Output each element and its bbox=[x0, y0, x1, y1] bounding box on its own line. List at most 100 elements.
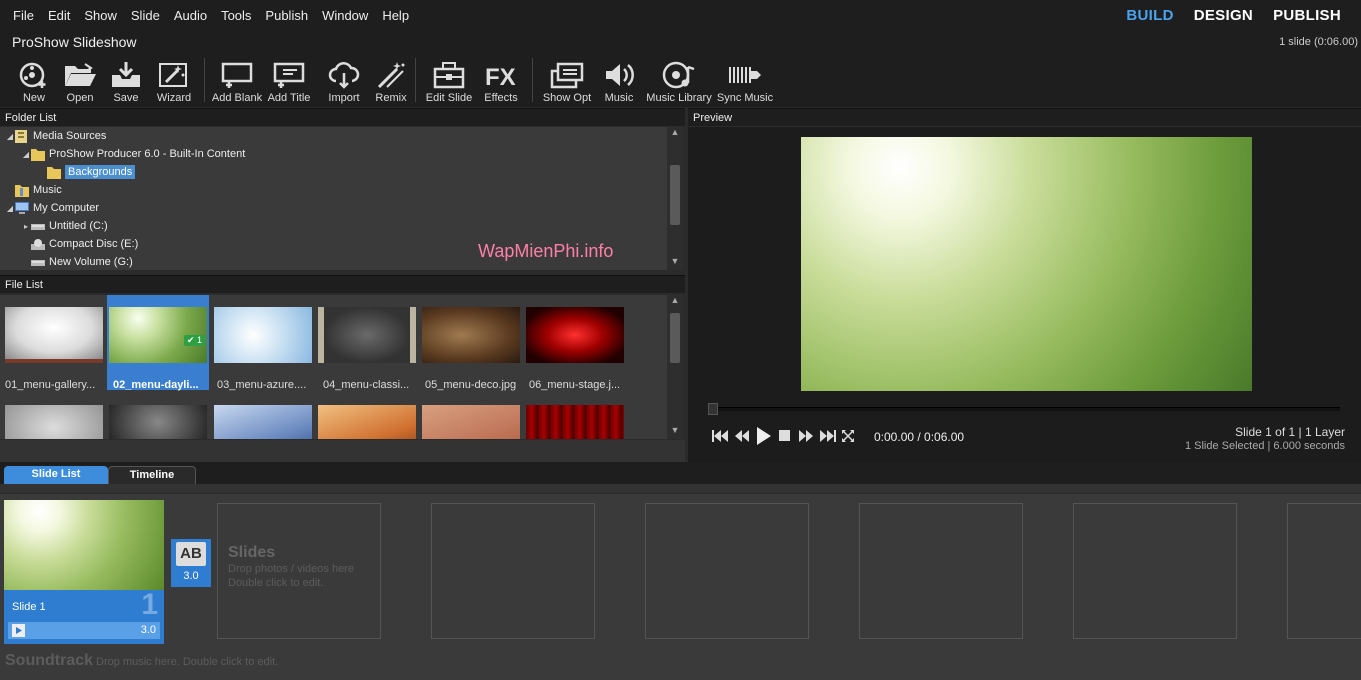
tree-item-my-computer[interactable]: ◢ My Computer bbox=[5, 199, 99, 217]
tree-item-media-sources[interactable]: ◢ Media Sources bbox=[5, 127, 106, 145]
empty-slide-slot[interactable] bbox=[431, 503, 595, 639]
music-library-button[interactable]: Music Library bbox=[643, 54, 715, 107]
mode-publish[interactable]: PUBLISH bbox=[1273, 7, 1341, 24]
file-thumb-05[interactable]: 05_menu-deco.jpg bbox=[422, 307, 522, 391]
tree-item-built-in-content[interactable]: ◢ ProShow Producer 6.0 - Built-In Conten… bbox=[21, 145, 245, 163]
menu-window[interactable]: Window bbox=[315, 8, 375, 23]
file-thumb-07[interactable] bbox=[5, 405, 105, 439]
open-button[interactable]: Open bbox=[58, 54, 102, 107]
slide-duration[interactable]: 3.0 bbox=[86, 622, 160, 639]
fullscreen-icon[interactable] bbox=[842, 430, 854, 442]
sync-music-button[interactable]: Sync Music bbox=[715, 54, 775, 107]
menu-audio[interactable]: Audio bbox=[167, 8, 214, 23]
file-thumb-02-selected[interactable]: ✔ 1 02_menu-dayli... bbox=[107, 295, 209, 391]
file-thumb-11[interactable] bbox=[422, 405, 522, 439]
mode-build[interactable]: BUILD bbox=[1126, 7, 1173, 24]
show-options-button[interactable]: Show Opt bbox=[539, 54, 595, 107]
file-thumb-06[interactable]: 06_menu-stage.j... bbox=[526, 307, 626, 391]
tab-slide-list[interactable]: Slide List bbox=[4, 466, 108, 484]
file-thumb-01[interactable]: 01_menu-gallery... bbox=[5, 307, 105, 391]
expand-arrow-icon[interactable]: ▸ bbox=[21, 222, 31, 231]
file-name: 05_menu-deco.jpg bbox=[425, 379, 517, 391]
file-thumb-03[interactable]: 03_menu-azure.... bbox=[214, 307, 314, 391]
wizard-button[interactable]: Wizard bbox=[150, 54, 198, 107]
add-blank-button[interactable]: Add Blank bbox=[211, 54, 263, 107]
preview-timecode: 0:00.00 / 0:06.00 bbox=[874, 430, 965, 444]
collapse-arrow-icon[interactable]: ◢ bbox=[5, 204, 15, 213]
menu-show[interactable]: Show bbox=[77, 8, 124, 23]
file-thumb-08[interactable] bbox=[109, 405, 209, 439]
preview-panel: 0:00.00 / 0:06.00 Slide 1 of 1 | 1 Layer… bbox=[688, 127, 1361, 462]
menu-help[interactable]: Help bbox=[375, 8, 416, 23]
save-button[interactable]: Save bbox=[102, 54, 150, 107]
slide-card-1[interactable]: Slide 1 1 3.0 bbox=[4, 500, 164, 644]
file-list-scrollbar[interactable]: ▲ ▼ bbox=[667, 295, 683, 439]
effects-label: Effects bbox=[484, 92, 518, 104]
mode-design[interactable]: DESIGN bbox=[1194, 7, 1253, 24]
slide-name: Slide 1 bbox=[12, 601, 46, 613]
effects-button[interactable]: FX Effects bbox=[476, 54, 526, 107]
empty-slide-slot[interactable] bbox=[1073, 503, 1237, 639]
folder-icon bbox=[31, 148, 45, 161]
menu-slide[interactable]: Slide bbox=[124, 8, 167, 23]
show-title: ProShow Slideshow bbox=[12, 34, 137, 50]
tab-timeline[interactable]: Timeline bbox=[108, 466, 196, 484]
add-title-button[interactable]: Add Title bbox=[263, 54, 315, 107]
file-list-footer bbox=[0, 440, 685, 462]
music-label: Music bbox=[604, 92, 634, 104]
import-button[interactable]: Import bbox=[315, 54, 373, 107]
file-thumb-04[interactable]: 04_menu-classi... bbox=[318, 307, 418, 391]
scroll-up-icon[interactable]: ▲ bbox=[667, 127, 683, 141]
file-thumb-12[interactable] bbox=[526, 405, 626, 439]
empty-slide-slot[interactable] bbox=[859, 503, 1023, 639]
scroll-down-icon[interactable]: ▼ bbox=[667, 425, 683, 439]
menu-edit[interactable]: Edit bbox=[41, 8, 77, 23]
tree-item-drive-e[interactable]: Compact Disc (E:) bbox=[21, 235, 138, 253]
skip-to-start-icon[interactable] bbox=[712, 430, 728, 442]
file-name: 04_menu-classi... bbox=[323, 379, 410, 391]
file-thumb-09[interactable] bbox=[214, 405, 314, 439]
menu-file[interactable]: File bbox=[0, 8, 41, 23]
tree-item-drive-g[interactable]: New Volume (G:) bbox=[21, 253, 133, 271]
scrubber-handle[interactable] bbox=[708, 403, 718, 415]
menu-publish[interactable]: Publish bbox=[258, 8, 315, 23]
thumbnail-image bbox=[422, 307, 520, 363]
remix-button[interactable]: Remix bbox=[373, 54, 409, 107]
tree-item-backgrounds[interactable]: Backgrounds bbox=[37, 163, 136, 181]
file-thumb-10[interactable] bbox=[318, 405, 418, 439]
slides-hint-line1: Drop photos / videos here bbox=[228, 563, 354, 575]
tree-item-drive-c[interactable]: ▸ Untitled (C:) bbox=[21, 217, 108, 235]
scroll-down-icon[interactable]: ▼ bbox=[667, 256, 683, 270]
empty-slide-slot[interactable] bbox=[1287, 503, 1361, 639]
fast-forward-icon[interactable] bbox=[798, 430, 814, 442]
folder-list-scrollbar[interactable]: ▲ ▼ bbox=[667, 127, 683, 270]
new-button[interactable]: New bbox=[10, 54, 58, 107]
scroll-thumb[interactable] bbox=[670, 165, 680, 225]
transition-card[interactable]: AB 3.0 bbox=[171, 539, 211, 587]
preview-timeline-scrubber[interactable] bbox=[708, 403, 1340, 415]
rewind-icon[interactable] bbox=[734, 430, 750, 442]
transition-duration[interactable]: 3.0 bbox=[171, 570, 211, 582]
play-icon[interactable] bbox=[756, 427, 772, 445]
cloud-import-icon bbox=[328, 60, 360, 90]
soundtrack-track[interactable]: Soundtrack Drop music here. Double click… bbox=[5, 652, 278, 670]
collapse-arrow-icon[interactable]: ◢ bbox=[5, 132, 15, 141]
menu-tools[interactable]: Tools bbox=[214, 8, 258, 23]
edit-slide-button[interactable]: Edit Slide bbox=[422, 54, 476, 107]
tree-label-selected: Backgrounds bbox=[65, 165, 136, 179]
hard-drive-icon bbox=[31, 223, 45, 230]
tree-item-music[interactable]: Music bbox=[5, 181, 62, 199]
empty-slide-slot[interactable] bbox=[645, 503, 809, 639]
skip-to-end-icon[interactable] bbox=[820, 430, 836, 442]
import-label: Import bbox=[328, 92, 360, 104]
preview-header: Preview bbox=[688, 108, 1361, 126]
play-slide-icon[interactable] bbox=[12, 624, 25, 637]
scroll-up-icon[interactable]: ▲ bbox=[667, 295, 683, 309]
scroll-thumb[interactable] bbox=[670, 313, 680, 363]
toolbar-separator bbox=[532, 58, 533, 102]
music-button[interactable]: Music bbox=[595, 54, 643, 107]
collapse-arrow-icon[interactable]: ◢ bbox=[21, 150, 31, 159]
stop-icon[interactable] bbox=[778, 430, 792, 442]
slide-thumbnail bbox=[4, 500, 164, 590]
sync-music-icon bbox=[727, 60, 763, 90]
